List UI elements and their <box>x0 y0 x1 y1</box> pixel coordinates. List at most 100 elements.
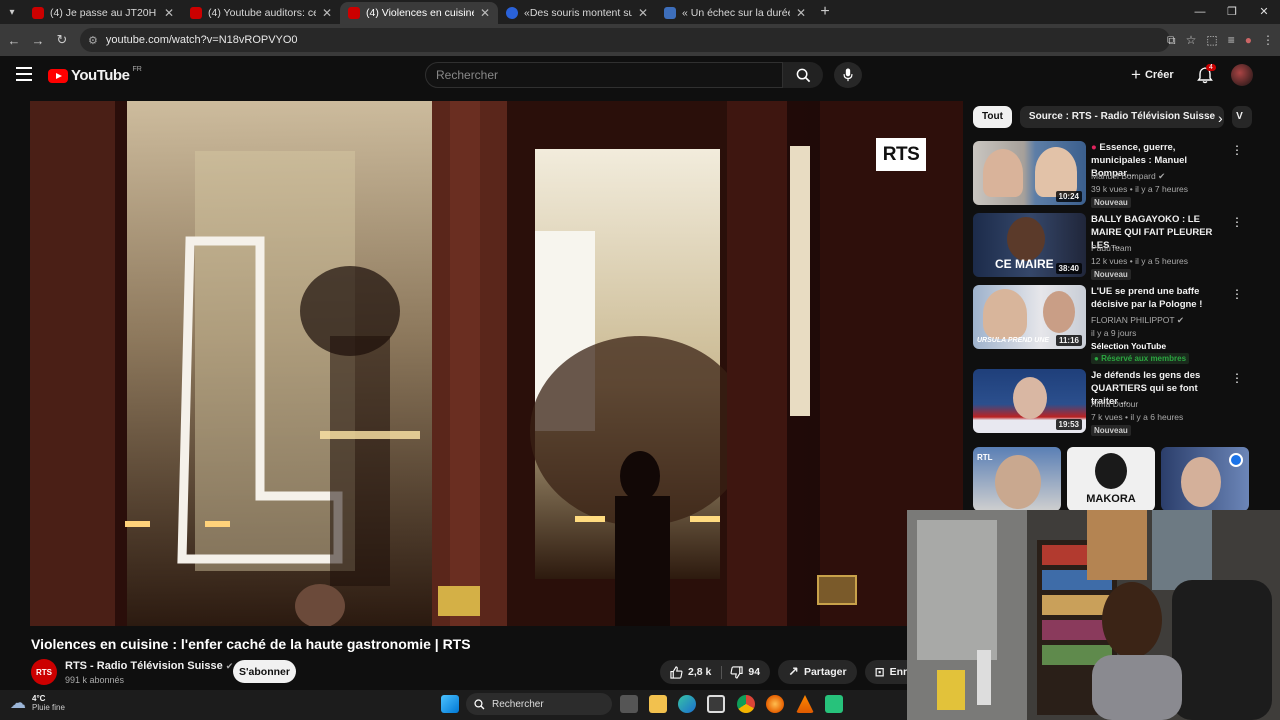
create-button[interactable]: + Créer <box>1131 64 1174 86</box>
thumbnail-text: CE MAIRE <box>995 257 1054 271</box>
close-window-icon[interactable]: ✕ <box>1248 0 1280 24</box>
share-icon: ↗ <box>788 664 799 679</box>
recommendation-channel: FLORIAN PHILIPPOT ✔ <box>1091 315 1184 326</box>
account-avatar[interactable] <box>1231 64 1253 86</box>
recommendation-channel-text: FLORIAN PHILIPPOT <box>1091 315 1175 325</box>
recommendation-item[interactable]: CE MAIRE 38:40 BALLY BAGAYOKO : LE MAIRE… <box>973 213 1243 280</box>
bookmark-star-icon[interactable]: ☆ <box>1186 33 1197 47</box>
media-icon[interactable]: ≡ <box>1228 33 1235 47</box>
browser-tab[interactable]: (4) Je passe au JT20H de France ✕ <box>24 2 182 24</box>
windows-start-icon[interactable] <box>441 695 459 713</box>
youtube-favicon-icon <box>32 7 44 19</box>
share-button[interactable]: ↗ Partager <box>778 660 857 684</box>
youtube-logo[interactable]: YouTube FR <box>48 66 142 84</box>
microphone-icon <box>843 68 853 82</box>
like-count: 2,8 k <box>688 666 712 678</box>
file-explorer-icon[interactable] <box>649 695 667 713</box>
thumbs-up-icon <box>670 665 683 679</box>
install-app-icon[interactable]: ⧉ <box>1167 33 1176 48</box>
channel-name[interactable]: RTS - Radio Télévision Suisse ✔ <box>65 660 233 672</box>
chrome-icon[interactable] <box>737 695 755 713</box>
video-thumbnail[interactable]: URSULA PREND UNE 11:16 <box>973 285 1086 349</box>
video-title: Violences en cuisine : l'enfer caché de … <box>31 636 471 652</box>
browser-menu-icon[interactable]: ⋮ <box>1262 33 1274 47</box>
weather-description: Pluie fine <box>32 703 65 712</box>
like-button[interactable]: 2,8 k <box>670 665 712 679</box>
chip-all[interactable]: Tout <box>973 106 1012 128</box>
maximize-icon[interactable]: ❐ <box>1216 0 1248 24</box>
recommendation-meta: 39 k vues • il y a 7 heures <box>1091 184 1188 194</box>
browser-tab[interactable]: « Un échec sur la durée » : Aldi ✕ <box>656 2 814 24</box>
new-badge: Nouveau <box>1091 269 1131 280</box>
tab-search-icon[interactable]: ▾ <box>0 0 24 24</box>
site-info-icon[interactable]: ⚙ <box>88 34 98 47</box>
video-thumbnail[interactable]: CE MAIRE 38:40 <box>973 213 1086 277</box>
dislike-button[interactable]: 94 <box>721 665 760 679</box>
edge-browser-icon[interactable] <box>678 695 696 713</box>
short-thumbnail[interactable] <box>1161 447 1249 511</box>
back-icon[interactable]: ← <box>2 33 26 48</box>
profile-icon[interactable]: ● <box>1245 33 1252 47</box>
youtube-favicon-icon <box>190 7 202 19</box>
chip-source[interactable]: Source : RTS - Radio Télévision Suisse <box>1019 106 1225 128</box>
minimize-icon[interactable]: — <box>1184 0 1216 24</box>
close-tab-icon[interactable]: ✕ <box>164 6 174 20</box>
notification-count-badge: 4 <box>1206 64 1216 71</box>
more-actions-icon[interactable]: ⋮ <box>1231 371 1243 385</box>
voice-search-button[interactable] <box>834 62 862 88</box>
reload-icon[interactable]: ↻ <box>50 32 74 48</box>
duration-badge: 11:16 <box>1055 335 1082 346</box>
recommendation-item[interactable]: 10:24 ● Essence, guerre, municipales : M… <box>973 141 1243 208</box>
app-icon[interactable] <box>825 695 843 713</box>
webcam-frame <box>907 510 1280 720</box>
video-player[interactable] <box>30 101 963 626</box>
store-icon[interactable] <box>707 695 725 713</box>
short-thumbnail[interactable]: RTL <box>973 447 1061 511</box>
close-tab-icon[interactable]: ✕ <box>796 6 806 20</box>
recommendation-item[interactable]: URSULA PREND UNE 11:16 L'UE se prend une… <box>973 285 1243 364</box>
forward-icon[interactable]: → <box>26 33 50 48</box>
video-actions: 2,8 k 94 ↗ Partager ⊡ Enregis <box>660 660 939 684</box>
vlc-icon[interactable] <box>796 695 814 713</box>
browser-tab[interactable]: «Des souris montent sur les sal ✕ <box>498 2 656 24</box>
browser-tab[interactable]: (4) Youtube auditors: ces influen ✕ <box>182 2 340 24</box>
short-thumbnail[interactable]: MAKORA <box>1067 447 1155 511</box>
new-tab-button[interactable]: + <box>814 3 836 21</box>
more-actions-icon[interactable]: ⋮ <box>1231 143 1243 157</box>
video-thumbnail[interactable]: 10:24 <box>973 141 1086 205</box>
subscribe-button[interactable]: S'abonner <box>233 660 296 683</box>
recommendation-channel: PaduTeam <box>1091 243 1132 253</box>
video-thumbnail[interactable]: 19:53 <box>973 369 1086 433</box>
chevron-right-icon[interactable]: › <box>1218 110 1223 126</box>
browser-tab-active[interactable]: (4) Violences en cuisine : l'enfer ✕ <box>340 2 498 24</box>
firefox-icon[interactable] <box>766 695 784 713</box>
chip-more[interactable]: V <box>1232 106 1253 128</box>
like-dislike-group: 2,8 k 94 <box>660 660 771 684</box>
close-tab-icon[interactable]: ✕ <box>480 6 490 20</box>
youtube-play-icon <box>48 68 68 83</box>
search-button[interactable] <box>783 62 823 88</box>
recommendation-meta: 12 k vues • il y a 5 heures <box>1091 256 1188 266</box>
tab-label: « Un échec sur la durée » : Aldi <box>682 7 790 19</box>
sidebar-filter-chips: Tout Source : RTS - Radio Télévision Sui… <box>973 106 1253 128</box>
recommendation-item[interactable]: 19:53 Je défends les gens des QUARTIERS … <box>973 369 1243 436</box>
taskbar-search[interactable]: Rechercher <box>466 693 612 715</box>
more-actions-icon[interactable]: ⋮ <box>1231 287 1243 301</box>
extensions-icon[interactable]: ⬚ <box>1206 33 1217 47</box>
close-tab-icon[interactable]: ✕ <box>322 6 332 20</box>
search-input[interactable]: Rechercher <box>425 62 783 88</box>
close-tab-icon[interactable]: ✕ <box>638 6 648 20</box>
recommendation-channel: Alma Dufour <box>1091 399 1139 409</box>
weather-widget[interactable]: ☁ 4°C Pluie fine <box>10 693 65 713</box>
more-actions-icon[interactable]: ⋮ <box>1231 215 1243 229</box>
short-label: RTL <box>977 453 993 462</box>
task-view-icon[interactable] <box>620 695 638 713</box>
channel-avatar[interactable]: RTS <box>31 659 57 685</box>
verified-icon: ✔ <box>1176 315 1184 325</box>
address-bar[interactable]: ⚙ youtube.com/watch?v=N18vROPVYO0 <box>80 28 1170 52</box>
members-only-text: Réservé aux membres <box>1101 354 1187 363</box>
window-controls: — ❐ ✕ <box>1184 0 1280 24</box>
news-favicon-icon <box>664 7 676 19</box>
menu-icon[interactable] <box>16 67 32 81</box>
youtube-header: YouTube FR Rechercher + Créer 4 <box>0 56 1280 94</box>
